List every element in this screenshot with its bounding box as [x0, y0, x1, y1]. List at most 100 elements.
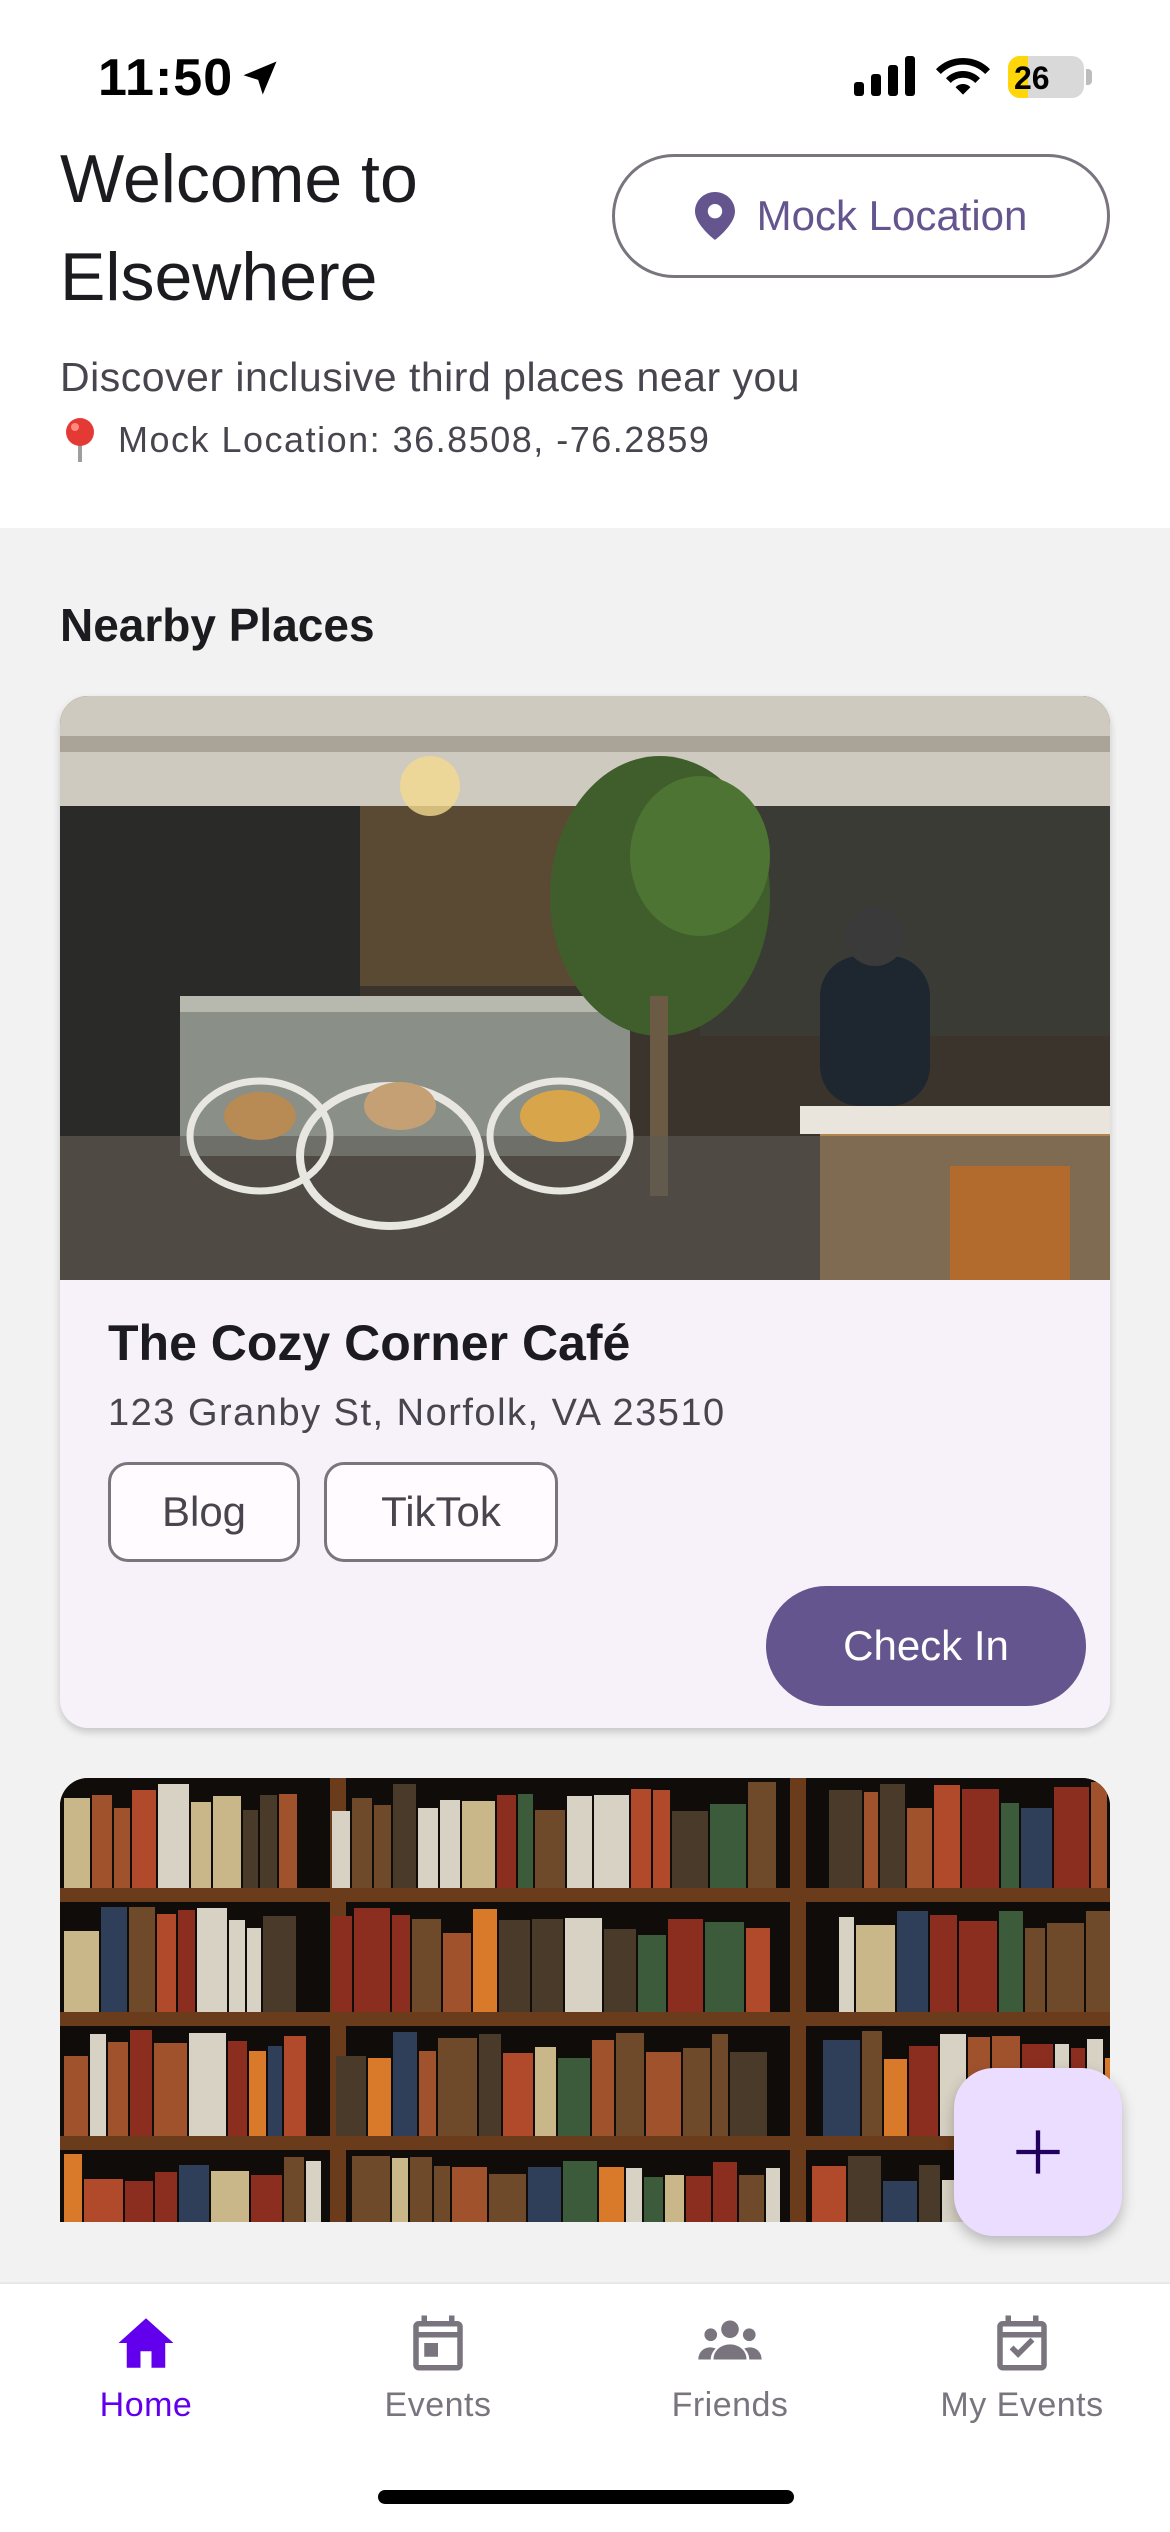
book-spine: [354, 1908, 390, 2012]
nav-label-friends: Friends: [671, 2386, 789, 2424]
cafe-interior-photo: [60, 696, 1110, 1280]
book-spine: [84, 2179, 123, 2222]
book-spine: [665, 2175, 684, 2222]
add-place-fab[interactable]: [954, 2068, 1122, 2236]
book-spine: [604, 1929, 636, 2012]
book-spine: [959, 1921, 997, 2012]
nav-item-my-events[interactable]: My Events: [876, 2310, 1168, 2460]
pushpin-icon: [66, 418, 94, 462]
place-card[interactable]: The Cozy Corner Café 123 Granby St, Norf…: [60, 696, 1110, 1728]
book-spine: [499, 1920, 530, 2012]
book-spine: [229, 1920, 245, 2012]
book-spine: [452, 2167, 487, 2222]
book-spine: [157, 1914, 176, 2012]
book-spine: [730, 2052, 767, 2136]
book-spine: [713, 2162, 737, 2222]
book-spine: [594, 1795, 629, 1888]
book-spine: [352, 1798, 372, 1888]
book-spine: [418, 1808, 438, 1888]
book-spine: [856, 1925, 895, 2012]
book-spine: [565, 1918, 602, 2012]
page-title: Welcome to Elsewhere: [60, 141, 418, 315]
book-spine: [191, 1802, 211, 1888]
book-spine: [284, 2036, 306, 2136]
book-spine: [489, 2174, 526, 2222]
cellular-signal-icon: [854, 56, 915, 96]
nav-item-home[interactable]: Home: [0, 2310, 292, 2460]
book-spine: [599, 2167, 624, 2222]
book-spine: [260, 1795, 277, 1888]
book-spine: [228, 2041, 247, 2136]
book-spine: [884, 2059, 907, 2136]
book-spine: [279, 1794, 297, 1888]
book-spine: [154, 2043, 187, 2136]
book-spine: [909, 2046, 938, 2136]
coordinates-text: Mock Location: 36.8508, -76.2859: [118, 419, 711, 460]
book-spine: [410, 2157, 432, 2222]
book-spine: [249, 2051, 266, 2136]
book-spine: [64, 2154, 82, 2222]
tiktok-chip[interactable]: TikTok: [324, 1462, 558, 1562]
blog-chip[interactable]: Blog: [108, 1462, 300, 1562]
book-spine: [197, 1908, 227, 2012]
book-spine: [243, 1810, 258, 1888]
book-spine: [440, 1800, 460, 1888]
book-spine: [626, 2168, 642, 2222]
book-spine: [1025, 1928, 1045, 2012]
book-spine: [412, 1919, 441, 2012]
book-spine: [392, 1915, 410, 2012]
home-indicator: [378, 2490, 794, 2504]
book-spine: [705, 1922, 744, 2012]
book-spine: [473, 1909, 497, 2012]
status-bar: 11:50 26: [0, 0, 1170, 140]
book-spine: [535, 1810, 565, 1888]
header: Welcome to Elsewhere Mock Location Disco…: [0, 140, 1170, 528]
book-spine: [443, 1933, 471, 2012]
book-spine: [962, 1789, 999, 1888]
book-spine: [563, 2161, 597, 2222]
mock-location-button[interactable]: Mock Location: [612, 154, 1110, 278]
nav-item-events[interactable]: Events: [292, 2310, 584, 2460]
mock-location-label: Mock Location: [756, 192, 1028, 239]
check-in-button[interactable]: Check In: [766, 1586, 1086, 1706]
place-card[interactable]: [60, 1778, 1110, 2222]
book-spine: [247, 1928, 261, 2012]
book-spine: [64, 1931, 99, 2012]
book-spine: [829, 1790, 862, 1888]
location-arrow-icon: [243, 61, 277, 95]
book-spine: [129, 1907, 155, 2012]
book-spine: [746, 1928, 770, 2012]
book-spine: [64, 2056, 88, 2136]
book-spine: [518, 1794, 533, 1888]
book-spine: [638, 1935, 666, 2012]
book-spine: [178, 1910, 195, 2012]
book-spine: [1054, 1787, 1089, 1888]
book-spine: [739, 2175, 764, 2222]
book-spine: [848, 2156, 881, 2222]
book-spine: [479, 2034, 501, 2136]
book-spine: [503, 2053, 533, 2136]
book-spine: [766, 2168, 780, 2222]
book-spine: [393, 1784, 416, 1888]
event-available-icon: [997, 2315, 1047, 2371]
book-spine: [631, 1789, 651, 1888]
place-address: 123 Granby St, Norfolk, VA 23510: [108, 1392, 726, 1434]
book-spine: [263, 1916, 296, 2012]
book-spine: [90, 2034, 106, 2136]
book-spine: [653, 1790, 670, 1888]
book-spine: [101, 1907, 127, 2012]
book-spine: [567, 1796, 592, 1888]
book-spine: [558, 2058, 590, 2136]
book-spine: [306, 2161, 321, 2222]
book-spine: [64, 1798, 90, 1888]
book-spine: [748, 1782, 776, 1888]
book-spine: [532, 1919, 563, 2012]
nav-item-friends[interactable]: Friends: [584, 2310, 876, 2460]
nav-label-events: Events: [384, 2386, 492, 2424]
book-spine: [332, 1916, 352, 2012]
book-spine: [897, 1911, 928, 2012]
book-spine: [934, 1785, 960, 1888]
book-spine: [930, 1915, 957, 2012]
book-spine: [1047, 1923, 1084, 2012]
book-spine: [864, 1792, 878, 1888]
